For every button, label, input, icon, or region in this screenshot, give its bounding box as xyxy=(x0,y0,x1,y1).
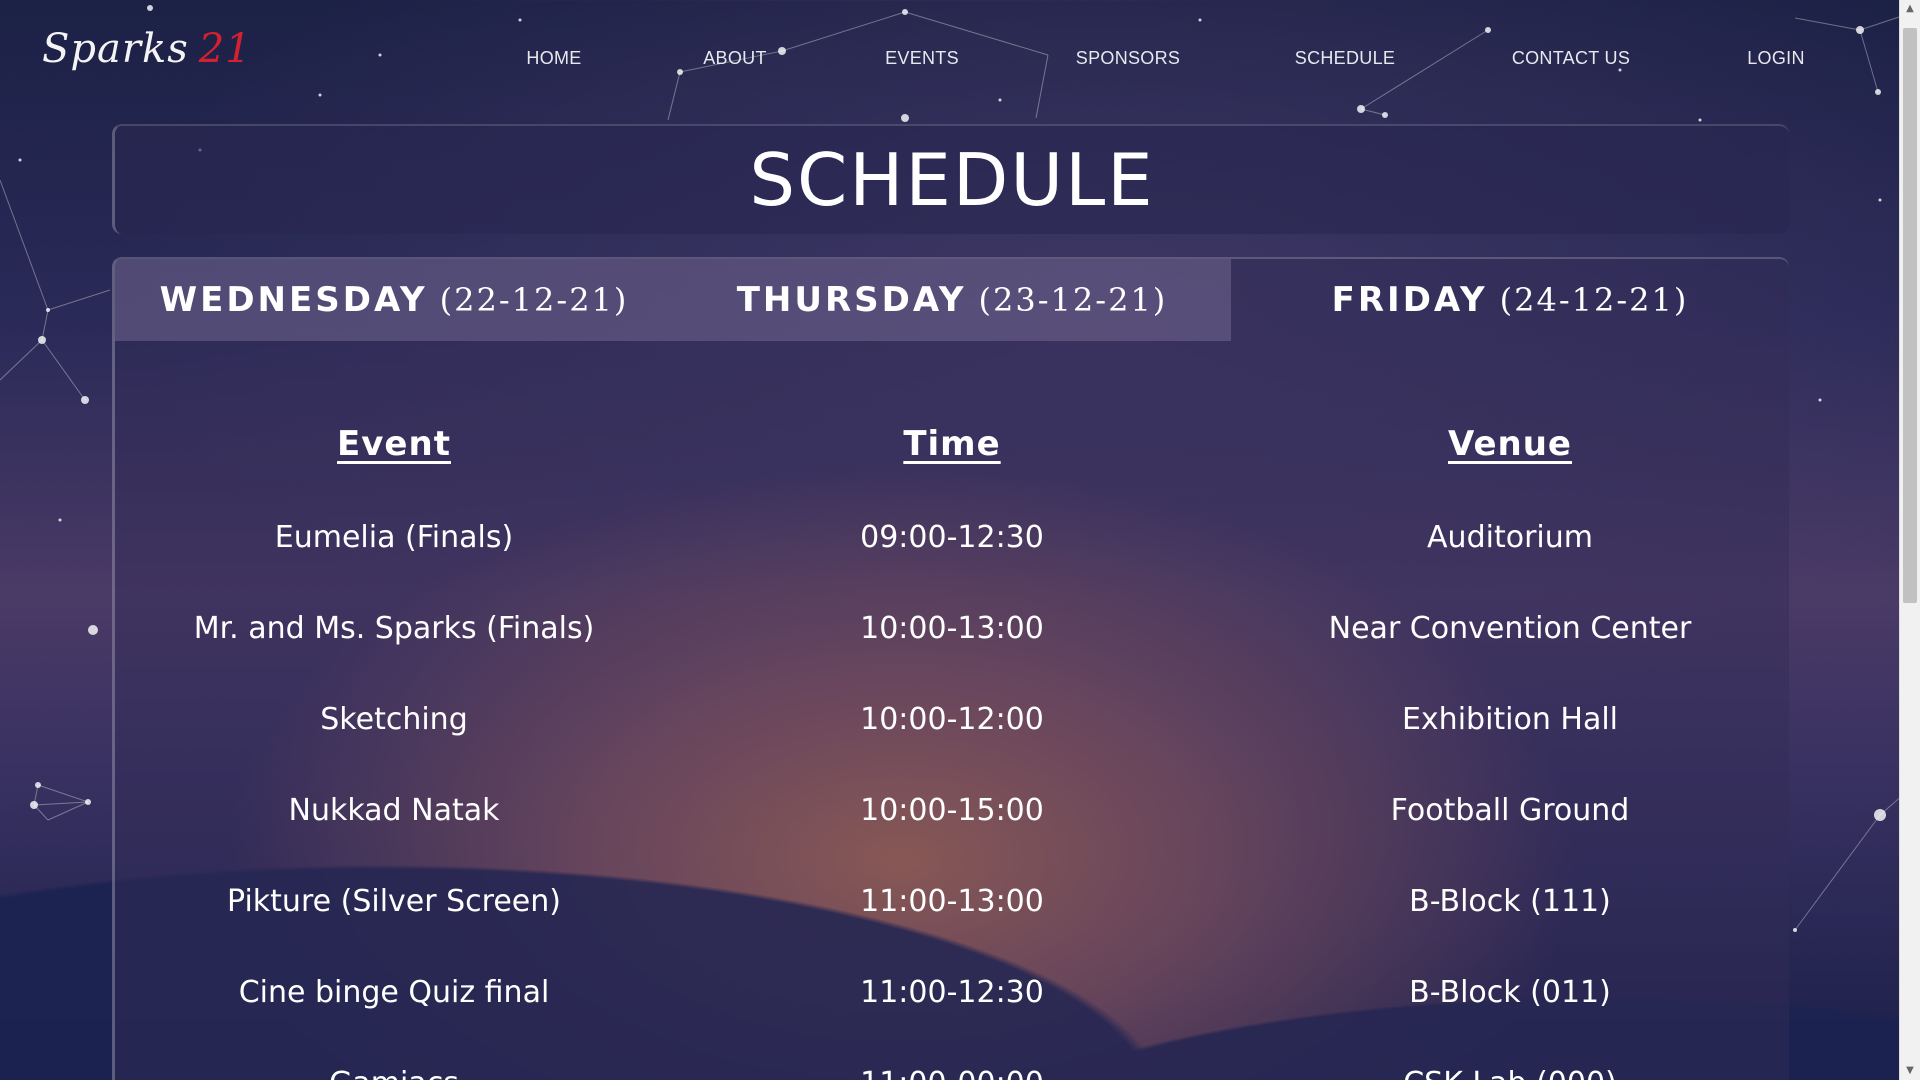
time-cell: 10:00-15:00 xyxy=(860,793,1044,828)
tab-day-label: THURSDAY xyxy=(736,280,967,320)
time-cell: 11:00-12:30 xyxy=(860,975,1044,1010)
event-cell: Sketching xyxy=(320,702,468,737)
time-cell: 09:00-12:30 xyxy=(860,520,1044,555)
time-cell: 11:00-13:00 xyxy=(860,884,1044,919)
event-cell: Mr. and Ms. Sparks (Finals) xyxy=(193,611,595,646)
event-cell: Gamiacs xyxy=(115,1066,673,1080)
time-cell: 10:00-12:00 xyxy=(860,702,1044,737)
tab-thursday[interactable]: THURSDAY (23-12-21) xyxy=(673,259,1231,341)
event-cell: Cine binge Quiz final xyxy=(238,975,550,1010)
table-row: Cine binge Quiz final 11:00-12:30 B-Bloc… xyxy=(115,947,1789,1038)
header-venue: Venue xyxy=(1448,424,1572,464)
scroll-down-arrow-icon[interactable]: ▼ xyxy=(1900,1062,1920,1080)
main-nav: HOME ABOUT EVENTS SPONSORS SCHEDULE CONT… xyxy=(0,48,1900,72)
venue-cell: CSK Lab (000) xyxy=(1231,1066,1789,1080)
tab-date-label: (24-12-21) xyxy=(1499,281,1689,319)
tab-date-label: (23-12-21) xyxy=(978,281,1168,319)
event-cell: Eumelia (Finals) xyxy=(274,520,514,555)
table-row: Pikture (Silver Screen) 11:00-13:00 B-Bl… xyxy=(115,856,1789,947)
venue-cell: Auditorium xyxy=(1427,520,1593,555)
tab-day-label: WEDNESDAY xyxy=(159,280,428,320)
tab-friday[interactable]: FRIDAY (24-12-21) xyxy=(1231,259,1789,341)
nav-schedule[interactable]: SCHEDULE xyxy=(1295,48,1395,69)
schedule-title-panel: SCHEDULE xyxy=(112,124,1789,234)
page-title: SCHEDULE xyxy=(749,138,1155,222)
schedule-card: WEDNESDAY (22-12-21) THURSDAY (23-12-21)… xyxy=(112,257,1789,1080)
nav-sponsors[interactable]: SPONSORS xyxy=(1076,48,1180,69)
nav-login[interactable]: LOGIN xyxy=(1747,48,1805,69)
time-cell: 11:00-00:00 xyxy=(673,1066,1231,1080)
event-cell: Nukkad Natak xyxy=(288,793,500,828)
tab-date-label: (22-12-21) xyxy=(439,281,629,319)
nav-home[interactable]: HOME xyxy=(526,48,581,69)
venue-cell: Football Ground xyxy=(1390,793,1630,828)
tab-wednesday[interactable]: WEDNESDAY (22-12-21) xyxy=(115,259,673,341)
nav-events[interactable]: EVENTS xyxy=(885,48,959,69)
scroll-up-arrow-icon[interactable]: ▲ xyxy=(1900,0,1920,18)
page-scrollbar[interactable]: ▲ ▼ xyxy=(1899,0,1920,1080)
event-cell: Pikture (Silver Screen) xyxy=(227,884,561,919)
schedule-table: Event Time Venue Eumelia (Finals) 09:00-… xyxy=(115,414,1789,1080)
time-cell: 10:00-13:00 xyxy=(860,611,1044,646)
table-row: Gamiacs 11:00-00:00 CSK Lab (000) xyxy=(115,1038,1789,1080)
table-row: Nukkad Natak 10:00-15:00 Football Ground xyxy=(115,765,1789,856)
header-event: Event xyxy=(337,424,451,464)
scroll-thumb[interactable] xyxy=(1903,28,1917,603)
nav-contact-us[interactable]: CONTACT US xyxy=(1512,48,1630,69)
venue-cell: Near Convention Center xyxy=(1328,611,1692,646)
venue-cell: Exhibition Hall xyxy=(1401,702,1619,737)
day-tabs: WEDNESDAY (22-12-21) THURSDAY (23-12-21)… xyxy=(115,259,1789,341)
venue-cell: B-Block (011) xyxy=(1409,975,1611,1010)
header-time: Time xyxy=(903,424,1001,464)
table-header-row: Event Time Venue xyxy=(115,414,1789,474)
table-row: Sketching 10:00-12:00 Exhibition Hall xyxy=(115,674,1789,765)
table-row: Mr. and Ms. Sparks (Finals) 10:00-13:00 … xyxy=(115,583,1789,674)
tab-day-label: FRIDAY xyxy=(1331,280,1488,320)
table-row: Eumelia (Finals) 09:00-12:30 Auditorium xyxy=(115,492,1789,583)
venue-cell: B-Block (111) xyxy=(1409,884,1611,919)
nav-about[interactable]: ABOUT xyxy=(703,48,767,69)
